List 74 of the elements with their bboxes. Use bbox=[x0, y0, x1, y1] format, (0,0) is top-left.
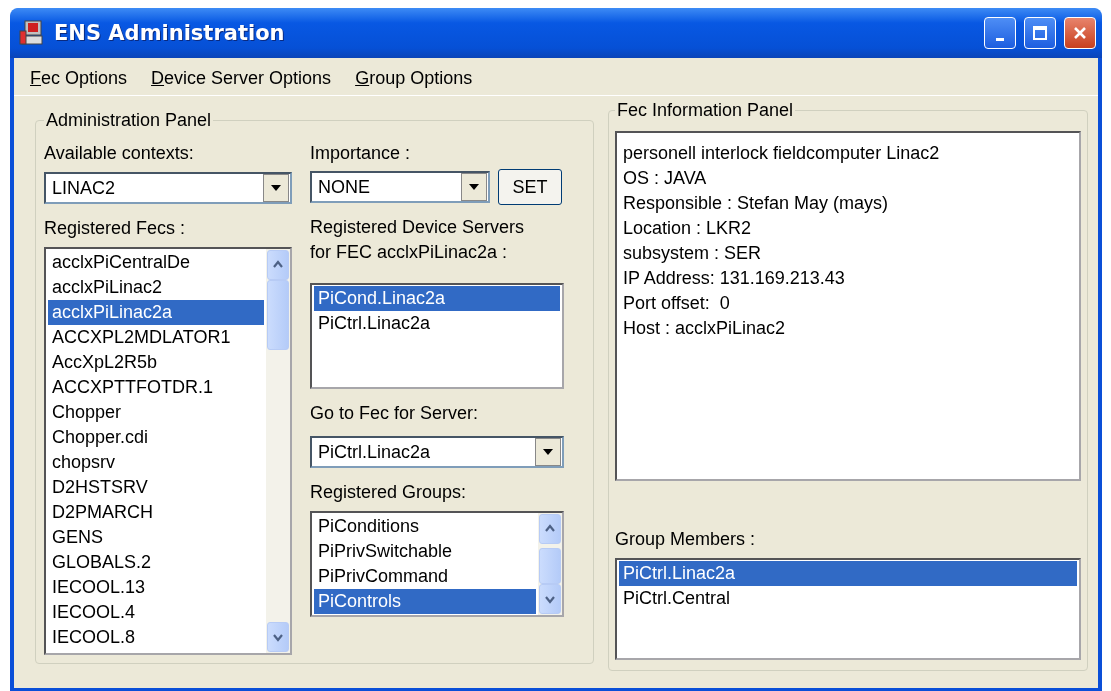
list-item[interactable]: PiCond.Linac2a bbox=[314, 286, 560, 311]
info-line: Responsible : Stefan May (mays) bbox=[623, 192, 890, 215]
scrollbar[interactable] bbox=[538, 513, 562, 615]
list-item[interactable]: Chopper.cdi bbox=[48, 425, 264, 450]
scroll-up-button[interactable] bbox=[267, 250, 289, 280]
caret-icon bbox=[542, 448, 554, 456]
list-item[interactable]: D2HSTSRV bbox=[48, 475, 264, 500]
field-label: Registered Groups: bbox=[310, 481, 468, 504]
minimize-button[interactable] bbox=[984, 17, 1016, 49]
dropdown-arrow-button[interactable] bbox=[535, 438, 561, 466]
list-item[interactable]: PiCtrl.Linac2a bbox=[314, 311, 560, 336]
list-item[interactable]: acclxPiCentralDe bbox=[48, 250, 264, 275]
info-line: Port offset: 0 bbox=[623, 292, 731, 315]
scroll-thumb[interactable] bbox=[539, 548, 561, 584]
close-button[interactable] bbox=[1064, 17, 1096, 49]
list-item[interactable]: PiControls bbox=[314, 589, 536, 614]
scroll-thumb[interactable] bbox=[267, 280, 289, 350]
maximize-icon bbox=[1032, 25, 1048, 41]
caret-icon bbox=[468, 183, 480, 191]
info-line: IP Address: 131.169.213.43 bbox=[623, 267, 846, 290]
field-label: Available contexts: bbox=[44, 142, 195, 165]
server-dropdown[interactable]: PiCtrl.Linac2a bbox=[310, 436, 564, 468]
scroll-down-button[interactable] bbox=[267, 622, 289, 652]
importance-dropdown[interactable]: NONE bbox=[310, 171, 490, 203]
list-item[interactable]: Chopper bbox=[48, 400, 264, 425]
field-label: Registered Device Servers for FEC acclxPiLinac2a : bbox=[310, 216, 526, 264]
panel-title: Administration Panel bbox=[45, 110, 213, 131]
menu-item[interactable]: Device Server Options bbox=[151, 68, 332, 89]
list-item[interactable]: IECOOL.4 bbox=[48, 600, 264, 625]
maximize-button[interactable] bbox=[1024, 17, 1056, 49]
group-members-list[interactable]: PiCtrl.Linac2a PiCtrl.Central bbox=[615, 557, 1081, 660]
info-line: personell interlock fieldcomputer Linac2 bbox=[623, 142, 941, 165]
groups-list[interactable]: PiConditions PiPrivSwitchable PiPrivCommand PiControls bbox=[310, 511, 564, 617]
menu-item[interactable]: Fec Options bbox=[30, 68, 128, 89]
contexts-dropdown[interactable]: LINAC2 bbox=[44, 172, 292, 204]
caret-icon bbox=[270, 184, 282, 192]
field-label: Group Members : bbox=[615, 527, 757, 551]
minimize-icon bbox=[996, 37, 1004, 41]
panel-title: Fec Information Panel bbox=[616, 100, 795, 121]
list-item[interactable]: PiCtrl.Central bbox=[619, 585, 1077, 611]
field-label: Registered Fecs : bbox=[44, 217, 187, 240]
info-line: Host : acclxPiLinac2 bbox=[623, 317, 787, 340]
list-item[interactable]: PiPrivSwitchable bbox=[314, 539, 536, 564]
list-item[interactable]: acclxPiLinac2 bbox=[48, 275, 264, 300]
list-item[interactable]: IECOOL.13 bbox=[48, 575, 264, 600]
scroll-down-button[interactable] bbox=[539, 584, 561, 614]
list-item[interactable]: ACCXPL2MDLATOR1 bbox=[48, 325, 264, 350]
dropdown-arrow-button[interactable] bbox=[461, 173, 487, 201]
list-item[interactable]: PiPrivCommand bbox=[314, 564, 536, 589]
device-servers-list[interactable]: PiCond.Linac2a PiCtrl.Linac2a bbox=[310, 283, 564, 389]
info-line: subsystem : SER bbox=[623, 242, 763, 265]
list-item[interactable]: D2PMARCH bbox=[48, 500, 264, 525]
window-title: ENS Administration bbox=[54, 21, 286, 45]
list-item[interactable]: IECOOL.8 bbox=[48, 625, 264, 650]
computer-icon bbox=[18, 19, 46, 47]
field-label: Importance : bbox=[310, 142, 412, 165]
list-item[interactable]: AccXpL2R5b bbox=[48, 350, 264, 375]
list-item[interactable]: acclxPiLinac2a bbox=[48, 300, 264, 325]
close-icon bbox=[1072, 25, 1088, 41]
info-line: Location : LKR2 bbox=[623, 217, 753, 240]
field-label: Go to Fec for Server: bbox=[310, 402, 480, 425]
list-item[interactable]: chopsrv bbox=[48, 450, 264, 475]
fecs-list[interactable]: acclxPiCentralDe acclxPiLinac2 acclxPiLinac2a ACCXPL2MDLATOR1 AccXpL2R5b ACCXPTTFOTDR.1 Chopper Chopper.cdi chopsrv D2HSTSRV D2PMARCH GENS GLOBALS.2 IECOOL.13 IECOOL.4 IECOOL.8 bbox=[44, 247, 292, 655]
list-item[interactable]: PiConditions bbox=[314, 514, 536, 539]
set-button[interactable]: SET bbox=[498, 169, 562, 205]
scroll-up-button[interactable] bbox=[539, 514, 561, 544]
list-item[interactable]: PiCtrl.Linac2a bbox=[619, 560, 1077, 586]
list-item[interactable]: GENS bbox=[48, 525, 264, 550]
info-line: OS : JAVA bbox=[623, 167, 708, 190]
list-item[interactable]: GLOBALS.2 bbox=[48, 550, 264, 575]
menu-item[interactable]: Group Options bbox=[355, 68, 473, 89]
dropdown-arrow-button[interactable] bbox=[263, 174, 289, 202]
list-item[interactable]: ACCXPTTFOTDR.1 bbox=[48, 375, 264, 400]
scrollbar[interactable] bbox=[266, 249, 290, 653]
